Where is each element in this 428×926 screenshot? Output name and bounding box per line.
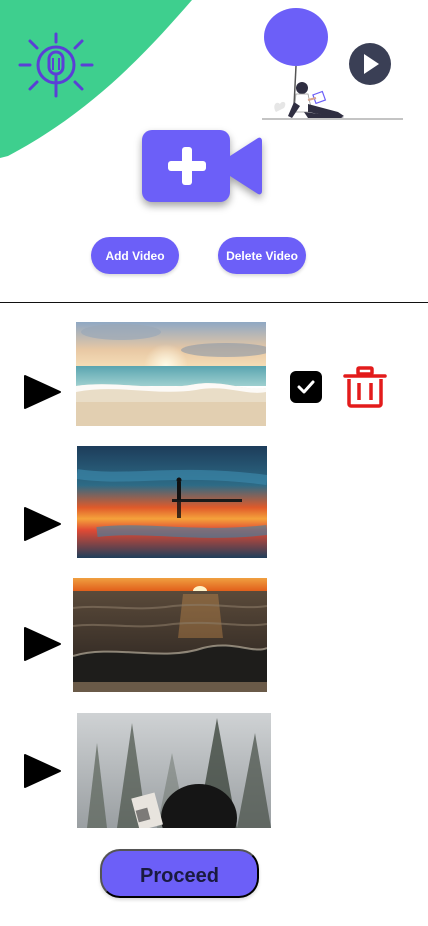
add-video-camera-icon[interactable] [140,128,264,204]
video-thumbnail-beach-sunset[interactable] [76,322,266,426]
section-divider [0,302,428,303]
video-thumbnail-sunset-reflection[interactable] [77,446,267,558]
add-video-button[interactable]: Add Video [91,237,179,274]
play-icon[interactable] [22,506,62,542]
play-icon[interactable] [22,626,62,662]
microphone-icon [18,32,94,98]
play-icon[interactable] [22,374,62,410]
play-icon[interactable] [22,753,62,789]
video-thumbnail-snowy-forest[interactable] [77,713,271,828]
delete-video-button[interactable]: Delete Video [218,237,306,274]
video-thumbnail-ocean-waves[interactable] [73,578,267,692]
checkbox-checked-icon[interactable] [289,370,323,404]
trash-icon[interactable] [343,366,387,408]
proceed-button[interactable]: Proceed [100,849,259,898]
person-balloon-illustration [262,8,403,120]
